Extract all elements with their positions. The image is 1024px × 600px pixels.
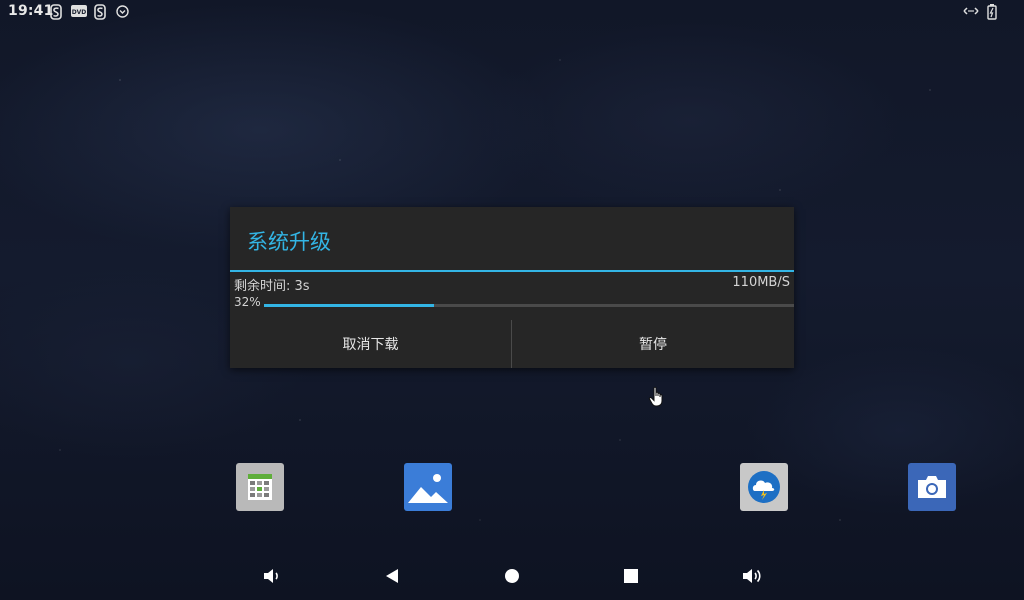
progress-fill: [264, 304, 434, 307]
download-speed-label: 110MB/S: [732, 275, 790, 290]
volume-down-icon[interactable]: [259, 563, 285, 589]
hand-cursor-icon: [648, 386, 666, 412]
remaining-time-label: 剩余时间: 3s: [234, 279, 310, 294]
circle-down-icon: [116, 5, 130, 21]
weather-app-icon[interactable]: [740, 463, 788, 511]
dvd-icon: DVD: [71, 4, 87, 20]
status-time: 19:41: [8, 3, 54, 19]
ethernet-arrows-icon: [963, 5, 979, 21]
camera-app-icon[interactable]: [908, 463, 956, 511]
s-app-icon: [50, 4, 64, 20]
system-upgrade-dialog: 系统升级 剩余时间: 3s 110MB/S 32% 取消下载 暂停: [230, 207, 794, 368]
svg-text:DVD: DVD: [72, 9, 87, 16]
title-divider: [230, 270, 794, 272]
recents-icon[interactable]: [618, 563, 644, 589]
cancel-download-button[interactable]: 取消下载: [230, 320, 511, 368]
calendar-app-icon[interactable]: [236, 463, 284, 511]
back-icon[interactable]: [379, 563, 405, 589]
volume-up-icon[interactable]: [739, 563, 765, 589]
gallery-app-icon[interactable]: [404, 463, 452, 511]
download-progress-bar: [264, 304, 794, 307]
progress-percent-label: 32%: [234, 295, 261, 309]
status-bar: 19:41 DVD: [0, 0, 1024, 24]
pause-button[interactable]: 暂停: [512, 320, 794, 368]
home-icon[interactable]: [499, 563, 525, 589]
dialog-title: 系统升级: [247, 230, 331, 254]
s-app-icon: [94, 4, 108, 20]
battery-icon: [987, 4, 997, 20]
